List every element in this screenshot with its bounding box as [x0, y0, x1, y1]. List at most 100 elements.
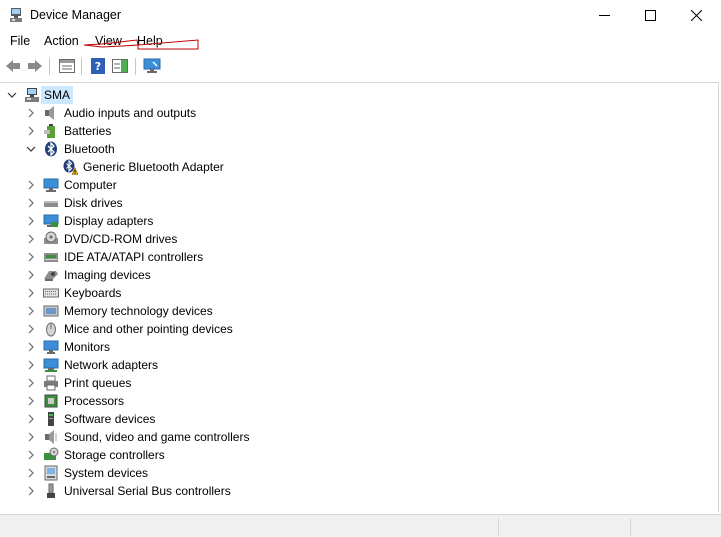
tree-category-item[interactable]: Batteries	[0, 122, 700, 140]
computer-icon	[43, 177, 59, 193]
back-button[interactable]	[3, 56, 23, 76]
tree-category-item[interactable]: Network adapters	[0, 356, 700, 374]
usb-icon	[43, 483, 59, 499]
menu-file[interactable]: File	[10, 34, 30, 48]
status-divider	[498, 518, 499, 536]
title-bar: Device Manager	[0, 0, 721, 31]
keyboard-icon	[43, 285, 59, 301]
tree-category-item[interactable]: System devices	[0, 464, 700, 482]
chevron-right-icon[interactable]	[26, 414, 36, 424]
chevron-right-icon[interactable]	[26, 468, 36, 478]
chevron-right-icon[interactable]	[26, 486, 36, 496]
tree-root-item[interactable]: SMA	[0, 86, 700, 104]
tree-category-item[interactable]: Disk drives	[0, 194, 700, 212]
tree-category-label: Sound, video and game controllers	[64, 430, 250, 444]
sound-icon	[43, 429, 59, 445]
maximize-button[interactable]	[627, 0, 673, 31]
tree-category-item[interactable]: Sound, video and game controllers	[0, 428, 700, 446]
action-pane-icon	[112, 59, 128, 73]
red-annotation-mark	[83, 39, 199, 50]
disk-drive-icon	[43, 195, 59, 211]
tree-category-item[interactable]: Imaging devices	[0, 266, 700, 284]
properties-icon	[59, 59, 75, 73]
chevron-right-icon[interactable]	[26, 306, 36, 316]
tree-category-item[interactable]: Software devices	[0, 410, 700, 428]
tree-category-label: Memory technology devices	[64, 304, 213, 318]
chevron-right-icon[interactable]	[26, 432, 36, 442]
chevron-right-icon[interactable]	[26, 360, 36, 370]
camera-icon	[43, 267, 59, 283]
chevron-right-icon[interactable]	[26, 270, 36, 280]
help-button[interactable]: ?	[88, 56, 108, 76]
tree-category-item[interactable]: Monitors	[0, 338, 700, 356]
tree-category-item[interactable]: DVD/CD-ROM drives	[0, 230, 700, 248]
chevron-right-icon[interactable]	[26, 126, 36, 136]
chevron-right-icon[interactable]	[26, 198, 36, 208]
properties-button[interactable]	[57, 56, 77, 76]
toolbar: ?	[0, 54, 721, 79]
scan-hardware-button[interactable]	[142, 56, 162, 76]
chevron-right-icon[interactable]	[26, 396, 36, 406]
chevron-right-icon[interactable]	[26, 180, 36, 190]
monitor-scan-icon	[143, 58, 161, 73]
tree-category-item[interactable]: Bluetooth	[0, 140, 700, 158]
monitor-icon	[43, 339, 59, 355]
chevron-down-icon[interactable]	[26, 144, 36, 154]
processor-icon	[43, 393, 59, 409]
forward-arrow-icon	[28, 60, 42, 72]
network-adapter-icon	[43, 357, 59, 373]
tree-category-item[interactable]: Storage controllers	[0, 446, 700, 464]
minimize-button[interactable]	[581, 0, 627, 31]
chevron-right-icon[interactable]	[26, 378, 36, 388]
chevron-right-icon[interactable]	[26, 342, 36, 352]
tree-category-label: Software devices	[64, 412, 156, 426]
tree-category-item[interactable]: Processors	[0, 392, 700, 410]
chevron-right-icon[interactable]	[26, 324, 36, 334]
memory-icon	[43, 303, 59, 319]
close-button[interactable]	[673, 0, 719, 31]
tree-category-label: Keyboards	[64, 286, 122, 300]
tree-category-label: Network adapters	[64, 358, 159, 372]
chevron-right-icon[interactable]	[26, 108, 36, 118]
tree-category-label: Bluetooth	[64, 142, 115, 156]
tree-category-item[interactable]: IDE ATA/ATAPI controllers	[0, 248, 700, 266]
chevron-down-icon[interactable]	[7, 90, 17, 100]
status-divider	[630, 518, 631, 536]
battery-icon	[43, 123, 59, 139]
svg-text:?: ?	[95, 60, 101, 73]
ide-controller-icon	[43, 249, 59, 265]
device-tree[interactable]: SMA Audio inputs and outputs Batteries Blue…	[0, 82, 719, 512]
tree-root-label: SMA	[41, 86, 74, 104]
tree-category-item[interactable]: Display adapters	[0, 212, 700, 230]
tree-category-label: DVD/CD-ROM drives	[64, 232, 178, 246]
tree-category-label: Disk drives	[64, 196, 123, 210]
tree-device-item[interactable]: Generic Bluetooth Adapter	[0, 158, 700, 176]
storage-controller-icon	[43, 447, 59, 463]
chevron-right-icon[interactable]	[26, 450, 36, 460]
tree-category-item[interactable]: Print queues	[0, 374, 700, 392]
menu-action[interactable]: Action	[44, 34, 79, 48]
tree-category-item[interactable]: Mice and other pointing devices	[0, 320, 700, 338]
help-icon: ?	[91, 58, 105, 74]
tree-device-label: Generic Bluetooth Adapter	[83, 160, 224, 174]
chevron-right-icon[interactable]	[26, 252, 36, 262]
tree-category-item[interactable]: Memory technology devices	[0, 302, 700, 320]
tree-category-item[interactable]: Audio inputs and outputs	[0, 104, 700, 122]
forward-button[interactable]	[25, 56, 45, 76]
toolbar-separator	[135, 58, 136, 75]
bluetooth-icon	[43, 141, 59, 157]
mouse-icon	[43, 321, 59, 337]
dvd-drive-icon	[43, 231, 59, 247]
chevron-right-icon[interactable]	[26, 234, 36, 244]
maximize-icon	[644, 10, 656, 21]
computer-root-icon	[24, 87, 40, 103]
bluetooth-warning-icon	[62, 159, 79, 175]
chevron-right-icon[interactable]	[26, 216, 36, 226]
tree-category-item[interactable]: Keyboards	[0, 284, 700, 302]
tree-category-item[interactable]: Computer	[0, 176, 700, 194]
tree-category-label: Audio inputs and outputs	[64, 106, 197, 120]
action-pane-button[interactable]	[110, 56, 130, 76]
chevron-right-icon[interactable]	[26, 288, 36, 298]
minimize-icon	[598, 15, 610, 16]
tree-category-item[interactable]: Universal Serial Bus controllers	[0, 482, 700, 500]
